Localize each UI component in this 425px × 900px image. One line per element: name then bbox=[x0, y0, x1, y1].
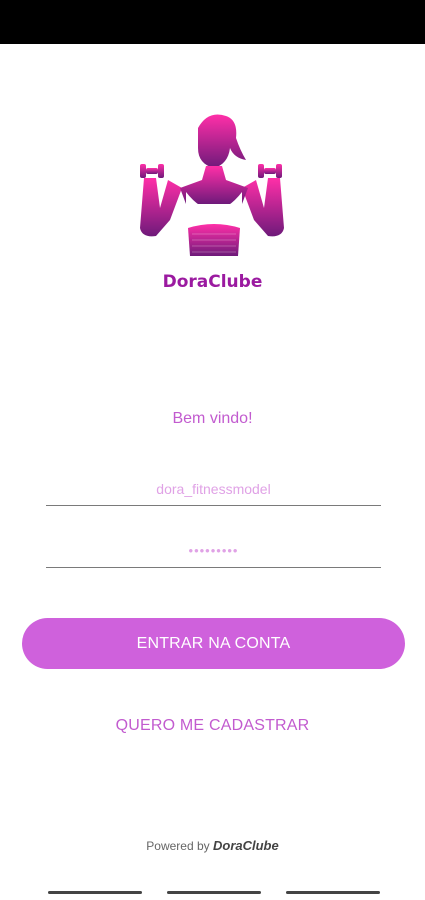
register-link[interactable]: QUERO ME CADASTRAR bbox=[0, 717, 425, 735]
username-input[interactable] bbox=[46, 472, 381, 505]
nav-recents-gesture[interactable] bbox=[286, 891, 380, 894]
password-input[interactable] bbox=[46, 534, 381, 567]
password-field[interactable] bbox=[46, 534, 381, 568]
nav-home-gesture[interactable] bbox=[167, 891, 261, 894]
status-bar bbox=[0, 0, 425, 44]
brand-name: DoraClube bbox=[162, 272, 263, 292]
powered-by: Powered by DoraClube bbox=[0, 838, 425, 853]
woman-dumbbells-logo-icon bbox=[130, 108, 300, 258]
username-field[interactable] bbox=[46, 472, 381, 506]
welcome-text: Bem vindo! bbox=[172, 410, 253, 427]
nav-back-gesture[interactable] bbox=[48, 891, 142, 894]
navigation-bar bbox=[0, 884, 425, 900]
powered-brand: DoraClube bbox=[212, 838, 279, 853]
login-button[interactable]: ENTRAR NA CONTA bbox=[22, 618, 405, 669]
powered-prefix: Powered by bbox=[146, 839, 210, 853]
